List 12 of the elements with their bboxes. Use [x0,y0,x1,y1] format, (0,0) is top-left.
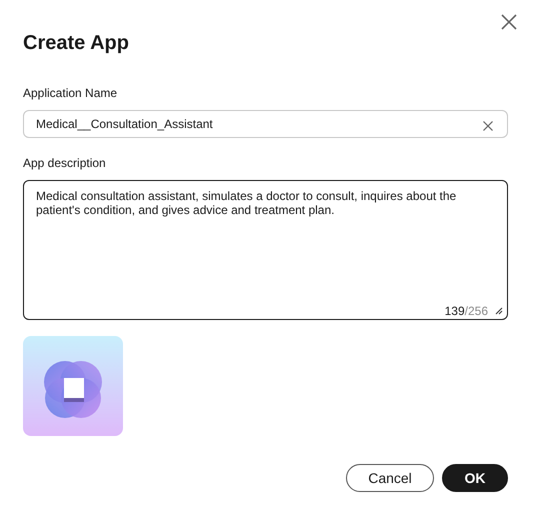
ok-button[interactable]: OK [442,464,508,492]
app-icon[interactable] [23,336,123,436]
character-count: 139 [444,304,465,318]
name-field[interactable]: Medical__Consultation_Assistant [23,110,508,138]
cancel-button[interactable]: Cancel [346,464,434,492]
field-label: App description [23,156,107,170]
close-icon[interactable] [501,14,517,30]
resize-handle-icon[interactable] [495,307,503,315]
field-label: Application Name [23,86,118,100]
clear-icon[interactable] [483,119,493,129]
character-limit: /256 [464,304,488,318]
dialog-title: Create App [23,31,130,56]
